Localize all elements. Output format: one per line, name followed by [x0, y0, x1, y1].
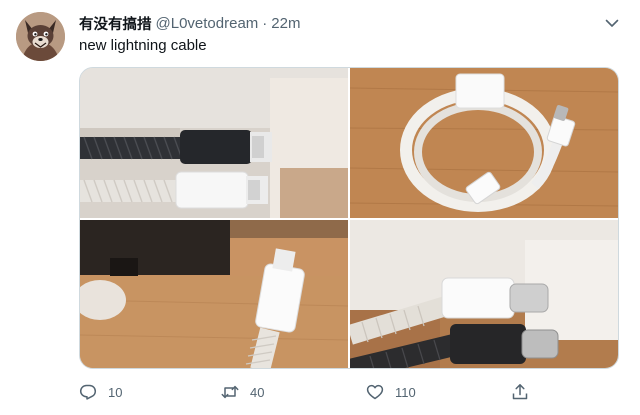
like-count: 110: [395, 384, 416, 400]
retweet-button[interactable]: 40: [221, 381, 264, 403]
photo-3[interactable]: [80, 220, 348, 368]
tweet[interactable]: 有没有搞措 @L0vetodream · 22m new lightning c…: [0, 0, 640, 415]
heart-icon: [366, 384, 384, 400]
reply-count: 10: [108, 384, 123, 400]
chevron-down-icon: [605, 19, 619, 27]
avatar[interactable]: [16, 12, 65, 61]
photo-4-image: [350, 220, 618, 368]
tweet-actions: 10 40 110: [79, 381, 619, 403]
media-grid: [79, 67, 619, 369]
like-button[interactable]: 110: [366, 381, 416, 403]
share-button[interactable]: [511, 381, 529, 403]
tweet-timestamp[interactable]: 22m: [271, 15, 300, 32]
tweet-menu-button[interactable]: [603, 14, 621, 32]
author-handle[interactable]: @L0vetodream: [156, 15, 259, 32]
photo-3-image: [80, 220, 348, 368]
share-icon: [512, 384, 528, 400]
reply-button[interactable]: 10: [79, 381, 122, 403]
wolf-avatar-image: [16, 12, 65, 61]
photo-4[interactable]: [350, 220, 618, 368]
photo-2-image: [350, 68, 618, 218]
photo-1-image: [80, 68, 348, 218]
separator-dot: ·: [262, 14, 268, 32]
retweet-count: 40: [250, 384, 265, 400]
photo-1[interactable]: [80, 68, 348, 218]
reply-icon: [79, 384, 97, 400]
retweet-icon: [221, 385, 239, 399]
author-display-name[interactable]: 有没有搞措: [79, 13, 152, 34]
photo-2[interactable]: [350, 68, 618, 218]
tweet-header: 有没有搞措 @L0vetodream · 22m: [79, 13, 300, 33]
tweet-text: new lightning cable: [79, 37, 207, 54]
